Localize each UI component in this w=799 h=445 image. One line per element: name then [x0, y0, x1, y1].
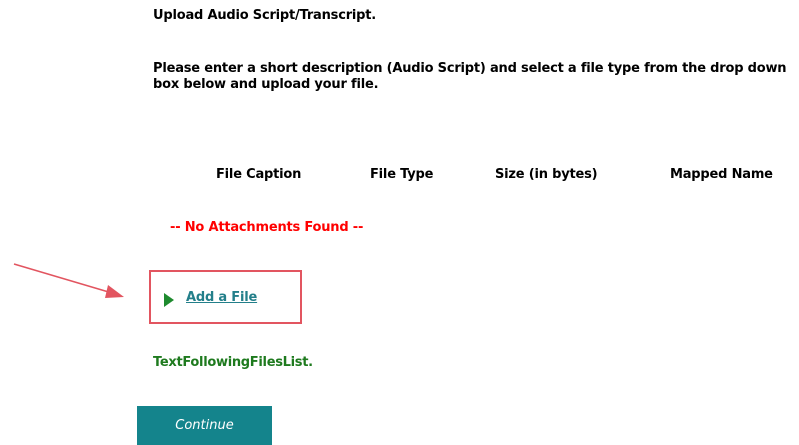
play-triangle-icon [164, 293, 174, 307]
no-attachments-message: -- No Attachments Found -- [170, 220, 364, 235]
add-file-link[interactable]: Add a File [186, 290, 257, 305]
page-heading: Upload Audio Script/Transcript. [153, 8, 377, 23]
column-header-file-caption: File Caption [216, 167, 302, 182]
instructions-text: Please enter a short description (Audio … [153, 61, 787, 92]
column-header-file-type: File Type [370, 167, 434, 182]
continue-button[interactable]: Continue [137, 406, 272, 445]
column-header-size: Size (in bytes) [495, 167, 598, 182]
following-files-text: TextFollowingFilesList. [153, 355, 313, 370]
column-header-mapped-name: Mapped Name [670, 167, 773, 182]
